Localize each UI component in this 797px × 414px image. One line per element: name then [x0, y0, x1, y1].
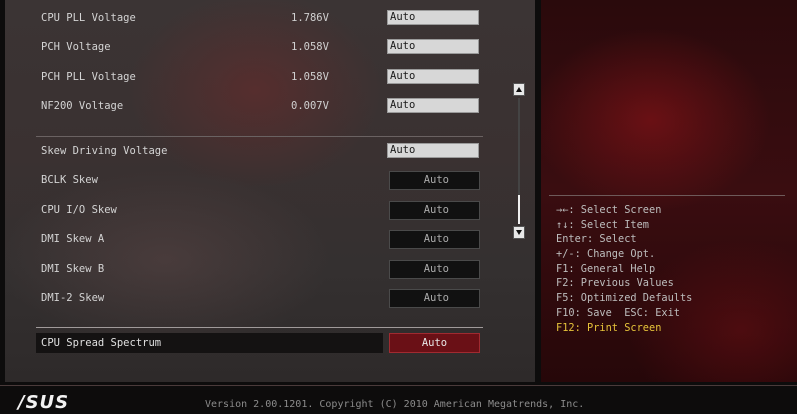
option-select-selected[interactable]: Auto	[389, 333, 480, 353]
setting-row-cpu-pll-voltage[interactable]: CPU PLL Voltage 1.786V Auto	[5, 9, 483, 29]
voltage-reading: 1.786V	[291, 12, 329, 24]
version-text: Version 2.00.1201. Copyright (C) 2010 Am…	[205, 399, 585, 410]
help-previous-values: F2: Previous Values	[556, 277, 674, 290]
help-select-item: ↑↓: Select Item	[556, 218, 649, 231]
setting-label: DMI-2 Skew	[41, 292, 105, 304]
help-optimized-defaults: F5: Optimized Defaults	[556, 292, 693, 305]
setting-label: DMI Skew B	[41, 263, 105, 275]
setting-label: NF200 Voltage	[41, 100, 124, 112]
option-select[interactable]: Auto	[389, 201, 480, 220]
voltage-input[interactable]: Auto	[387, 10, 479, 25]
voltage-reading: 1.058V	[291, 71, 329, 83]
setting-label: Skew Driving Voltage	[41, 145, 168, 157]
option-select[interactable]: Auto	[389, 171, 480, 190]
scroll-down-icon[interactable]	[513, 226, 525, 239]
voltage-input[interactable]: Auto	[387, 69, 479, 84]
help-general-help: F1: General Help	[556, 262, 656, 275]
help-select-screen: →←: Select Screen	[556, 204, 662, 216]
setting-row-nf200-voltage[interactable]: NF200 Voltage 0.007V Auto	[5, 97, 483, 117]
footer-divider	[0, 385, 797, 386]
voltage-input[interactable]: Auto	[387, 39, 479, 54]
setting-label: PCH PLL Voltage	[41, 71, 136, 83]
section-divider	[36, 327, 483, 328]
setting-row-pch-pll-voltage[interactable]: PCH PLL Voltage 1.058V Auto	[5, 68, 483, 88]
scrollbar-thumb[interactable]	[518, 195, 520, 224]
bios-screen: →←: Select Screen ↑↓: Select Item Enter:…	[0, 0, 797, 414]
option-select[interactable]: Auto	[389, 230, 480, 249]
setting-label: PCH Voltage	[41, 41, 111, 53]
setting-label: CPU PLL Voltage	[41, 12, 136, 24]
help-save-exit: F10: Save ESC: Exit	[556, 306, 680, 319]
help-change-opt: +/-: Change Opt.	[556, 248, 656, 261]
help-panel: →←: Select Screen ↑↓: Select Item Enter:…	[541, 0, 797, 382]
setting-row-pch-voltage[interactable]: PCH Voltage 1.058V Auto	[5, 38, 483, 58]
option-select[interactable]: Auto	[389, 260, 480, 279]
option-select[interactable]: Auto	[389, 289, 480, 308]
setting-label: CPU I/O Skew	[41, 204, 117, 216]
help-divider	[549, 195, 785, 196]
voltage-reading: 0.007V	[291, 100, 329, 112]
setting-row-skew-driving-voltage[interactable]: Skew Driving Voltage Auto	[5, 142, 483, 162]
voltage-input[interactable]: Auto	[387, 143, 479, 158]
setting-row-dmi2-skew[interactable]: DMI-2 Skew Auto	[5, 289, 483, 309]
voltage-input[interactable]: Auto	[387, 98, 479, 113]
setting-row-cpu-io-skew[interactable]: CPU I/O Skew Auto	[5, 201, 483, 221]
help-list: →←: Select Screen ↑↓: Select Item Enter:…	[556, 203, 692, 335]
setting-label: DMI Skew A	[41, 233, 105, 245]
help-enter: Enter: Select	[556, 233, 637, 246]
asus-logo: /SUS	[18, 392, 70, 413]
setting-row-dmi-skew-a[interactable]: DMI Skew A Auto	[5, 230, 483, 250]
section-divider	[36, 136, 483, 137]
help-print-screen: F12: Print Screen	[556, 321, 662, 334]
setting-row-dmi-skew-b[interactable]: DMI Skew B Auto	[5, 260, 483, 280]
setting-row-bclk-skew[interactable]: BCLK Skew Auto	[5, 171, 483, 191]
scroll-up-icon[interactable]	[513, 83, 525, 96]
setting-label: BCLK Skew	[41, 174, 98, 186]
voltage-reading: 1.058V	[291, 41, 329, 53]
setting-label: CPU Spread Spectrum	[41, 337, 162, 349]
